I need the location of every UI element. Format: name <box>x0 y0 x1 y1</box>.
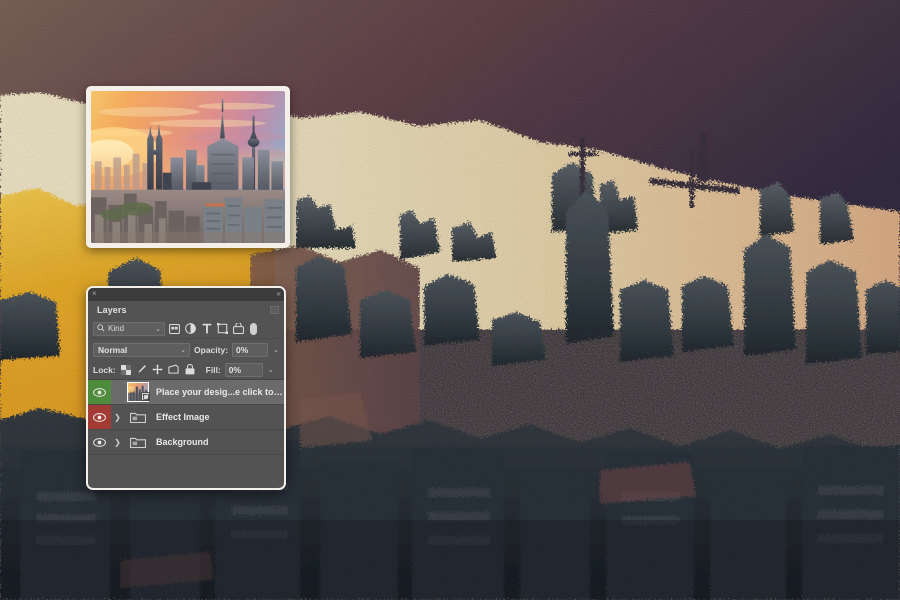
city-skyline-photo <box>91 91 285 243</box>
layer-list: Place your desig...e click to edit) ❯ Ef… <box>88 380 284 455</box>
filter-kind-label: Kind <box>108 324 125 333</box>
blend-mode-select[interactable]: Normal ⌄ <box>93 342 191 357</box>
layers-panel[interactable]: × « Layers Kind ⌄ Normal ⌄ Opacity: 0% ⌄… <box>86 286 286 490</box>
tab-layers[interactable]: Layers <box>88 301 136 319</box>
panel-menu-icon[interactable] <box>270 306 279 314</box>
blend-opacity-row: Normal ⌄ Opacity: 0% ⌄ <box>88 339 284 360</box>
chevron-down-icon[interactable]: ⌄ <box>180 346 186 354</box>
fill-label: Fill: <box>205 364 221 375</box>
filter-pixel-layers-icon[interactable] <box>168 322 181 335</box>
eye-icon <box>93 412 106 422</box>
panel-topbar: × « <box>88 288 284 301</box>
lock-all-icon[interactable] <box>184 364 196 376</box>
group-expand-chevron-right-icon[interactable]: ❯ <box>111 413 124 422</box>
filter-shape-layers-icon[interactable] <box>216 322 229 335</box>
eye-icon <box>93 387 106 397</box>
smart-object-badge-icon <box>141 392 150 401</box>
folder-icon <box>130 411 146 424</box>
chevron-down-icon[interactable]: ⌄ <box>155 325 161 333</box>
search-icon <box>97 323 105 334</box>
table-row[interactable]: Place your desig...e click to edit) <box>88 380 284 405</box>
opacity-input[interactable]: 0% <box>232 342 269 357</box>
group-expand-chevron-right-icon[interactable]: ❯ <box>111 438 124 447</box>
blend-mode-value: Normal <box>98 344 128 355</box>
tabstrip-filler <box>135 301 284 319</box>
folder-icon <box>130 436 146 449</box>
lock-row: Lock: Fill: 0% ⌄ <box>88 360 284 380</box>
filter-kind-select[interactable]: Kind ⌄ <box>93 321 165 336</box>
layer-thumbnail[interactable] <box>124 411 152 424</box>
image-preview-card[interactable] <box>86 86 290 248</box>
filter-smart-object-layers-icon[interactable] <box>232 322 245 335</box>
tab-layers-label: Layers <box>97 305 127 315</box>
fill-chevron-down-icon[interactable]: ⌄ <box>268 366 274 374</box>
layer-name: Place your desig...e click to edit) <box>156 387 284 397</box>
filter-enable-toggle[interactable] <box>250 322 257 335</box>
layer-filter-row: Kind ⌄ <box>88 319 284 339</box>
opacity-value: 0% <box>236 344 249 355</box>
layer-name: Background <box>156 437 209 447</box>
fill-input[interactable]: 0% <box>224 362 263 377</box>
lock-label: Lock: <box>93 364 116 375</box>
lock-artboard-nesting-icon[interactable] <box>168 364 180 376</box>
panel-tabstrip: Layers <box>88 301 284 319</box>
lock-image-pixels-icon[interactable] <box>136 364 148 376</box>
layer-thumbnail[interactable] <box>124 436 152 449</box>
layer-thumbnail[interactable] <box>124 382 152 402</box>
eye-icon <box>93 437 106 447</box>
opacity-label: Opacity: <box>194 344 229 355</box>
filter-adjustment-layers-icon[interactable] <box>184 322 197 335</box>
lock-transparent-pixels-icon[interactable] <box>120 364 132 376</box>
opacity-chevron-down-icon[interactable]: ⌄ <box>273 346 279 354</box>
lock-position-icon[interactable] <box>152 364 164 376</box>
fill-value: 0% <box>228 364 242 375</box>
layer-name: Effect Image <box>156 412 210 422</box>
layer-visibility-toggle[interactable] <box>88 405 111 429</box>
table-row[interactable]: ❯ Background <box>88 430 284 455</box>
table-row[interactable]: ❯ Effect Image <box>88 405 284 430</box>
layer-visibility-toggle[interactable] <box>88 380 111 404</box>
close-icon[interactable]: × <box>92 289 97 299</box>
layer-visibility-toggle[interactable] <box>88 430 111 454</box>
filter-type-layers-icon[interactable] <box>200 322 213 335</box>
collapse-icon[interactable]: « <box>277 289 282 299</box>
